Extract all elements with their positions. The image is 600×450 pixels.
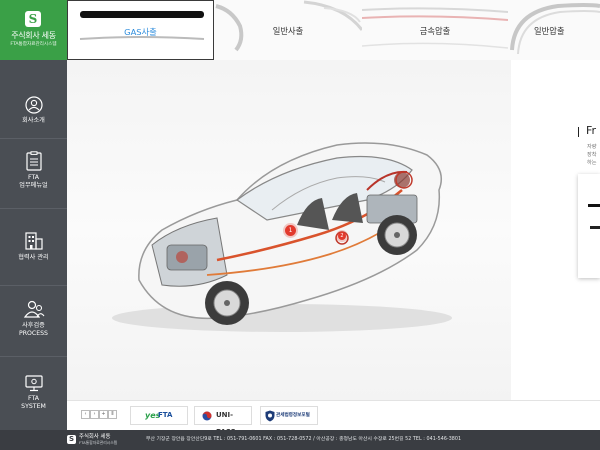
tab-gas-injection[interactable]: GAS사출 [67,0,214,60]
sidebar-item-fta-system[interactable]: FTA SYSTEM [0,374,67,411]
customs-law-portal-link[interactable]: 관세법령정보포털 [260,406,318,425]
sidebar-divider [0,138,67,139]
sidebar-item-company[interactable]: 회사소개 [0,96,67,125]
sidebar: S 주식회사 세동 FTA통합자료관리시스템 회사소개 FTA 업무메뉴얼 협력… [0,0,67,430]
company-name: 주식회사 세동 [11,31,56,40]
tab-label: GAS사출 [124,27,157,37]
partner-bar: ‹ › + Ⅱ yes FTA UNI-PASS 관세법령정보포털 [67,400,600,436]
sidebar-divider [0,285,67,286]
panel-text-line: 장착 [587,152,597,158]
sidebar-item-label: 협력사 관리 [18,254,49,261]
sidebar-item-label: FTA SYSTEM [21,395,46,410]
yes-fta-logo-text: FTA [158,411,173,419]
panel-product-image [588,204,600,229]
monitor-icon [24,375,43,392]
sidebar-divider [0,356,67,357]
app-root: S 주식회사 세동 FTA통합자료관리시스템 회사소개 FTA 업무메뉴얼 협력… [0,0,600,450]
footer-logo-mark: S [67,435,76,444]
sidebar-item-label: 사후검증 PROCESS [19,322,48,337]
partner-next-button[interactable]: › [90,410,99,419]
yes-fta-link[interactable]: yes FTA [130,406,188,425]
people-icon [23,300,44,318]
user-circle-icon [24,96,43,114]
sidebar-item-label: FTA 업무메뉴얼 [19,174,48,189]
panel-title-bar [578,127,579,137]
panel-product-card[interactable] [578,174,600,278]
panel-text-line: 하는 [587,160,597,166]
hotspot-marker-1[interactable]: 1 [285,225,296,236]
customs-shield-icon [265,410,275,422]
partner-more-button[interactable]: + [99,410,108,419]
tab-metal-extrusion[interactable]: 금속압출 [362,0,508,60]
footer-company-subtitle: FTA통합자료관리시스템 [79,440,118,445]
partner-prev-button[interactable]: ‹ [81,410,90,419]
partner-pause-button[interactable]: Ⅱ [108,410,117,419]
footer: S 주식회사 세동 FTA통합자료관리시스템 부산 기장군 장안읍 장안산단9로… [0,430,600,450]
customs-law-portal-logo-text: 관세법령정보포털 [276,413,310,418]
panel-text-line: 자량 [587,144,597,150]
uni-pass-link[interactable]: UNI-PASS [194,406,252,436]
sidebar-divider [0,208,67,209]
sidebar-item-label: 회사소개 [22,117,45,124]
sidebar-item-verification-process[interactable]: 사후검증 PROCESS [0,299,67,338]
building-icon [24,232,43,250]
company-logo[interactable]: S 주식회사 세동 FTA통합자료관리시스템 [0,0,67,60]
tab-general-extrusion[interactable]: 일반압출 [508,0,600,60]
document-list-icon [25,151,42,171]
tab-general-injection[interactable]: 일반사출 [214,0,362,60]
tab-label: 일반압출 [534,26,565,36]
korea-taegeuk-icon [202,411,212,421]
seadong-logo-mark: S [25,11,41,27]
sidebar-item-partners[interactable]: 협력사 관리 [0,231,67,262]
panel-title: Fr [586,124,597,137]
product-tabs: GAS사출 일반사출 금속압출 일반압출 [67,0,600,60]
tab-label: 금속압출 [419,26,451,36]
footer-contact-info: 부산 기장군 장안읍 장안산단9로 TEL : 051-791-0601 FAX… [146,437,462,442]
company-subtitle: FTA통합자료관리시스템 [10,42,57,47]
tab-label: 일반사출 [272,26,304,36]
sidebar-item-fta-manual[interactable]: FTA 업무메뉴얼 [0,151,67,190]
hotspot-marker-2[interactable]: 2 [338,232,346,240]
